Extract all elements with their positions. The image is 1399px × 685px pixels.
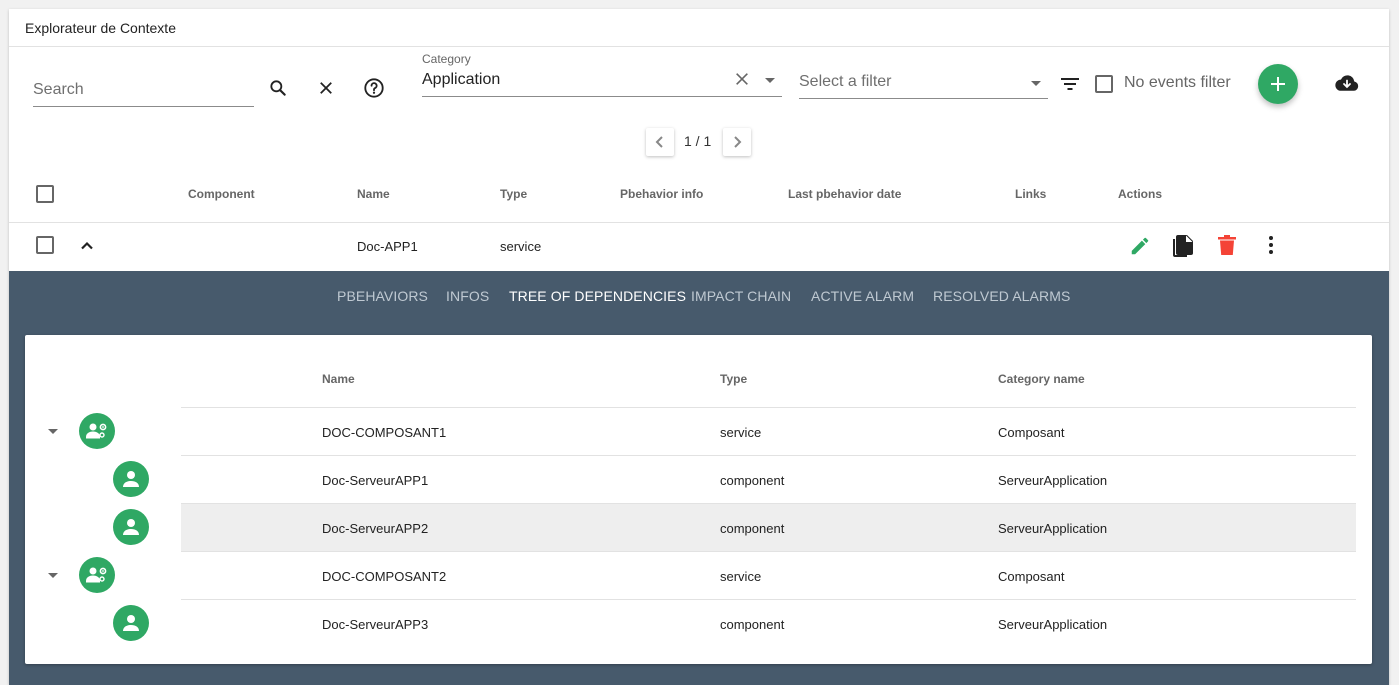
component-icon[interactable] [113, 509, 149, 545]
delete-icon[interactable] [1218, 235, 1236, 260]
tree-row[interactable]: Doc-ServeurAPP2 component ServeurApplica… [181, 503, 1356, 551]
chevron-right-icon [734, 136, 742, 148]
tree-row-name: Doc-ServeurAPP3 [322, 617, 429, 632]
column-header-type: Type [720, 372, 748, 386]
expand-node-icon[interactable] [48, 429, 58, 434]
tree-row[interactable]: DOC-COMPOSANT2 service Composant [181, 551, 1356, 599]
column-header-component[interactable]: Component [188, 187, 255, 201]
tree-row-name: Doc-ServeurAPP2 [322, 521, 429, 536]
previous-page-button[interactable] [646, 128, 674, 156]
tree-row-category: Composant [998, 569, 1065, 584]
column-header-pbehavior-info[interactable]: Pbehavior info [620, 187, 703, 201]
page-indicator: 1 / 1 [684, 133, 712, 149]
search-icon[interactable] [266, 76, 290, 100]
tree-row-type: service [720, 425, 762, 440]
tab-pbehaviors[interactable]: Pbehaviors [337, 288, 428, 304]
search-input[interactable]: Search [33, 79, 254, 107]
next-page-button[interactable] [723, 128, 751, 156]
plus-icon [1271, 77, 1285, 91]
tree-row[interactable]: Doc-ServeurAPP3 component ServeurApplica… [181, 599, 1356, 647]
tree-row-name: Doc-ServeurAPP1 [322, 473, 429, 488]
filter-list-icon[interactable] [1058, 72, 1082, 96]
filter-placeholder: Select a filter [799, 73, 892, 90]
column-header-name: Name [322, 372, 355, 386]
filter-select[interactable]: Select a filter [799, 71, 1048, 99]
tree-row-name: DOC-COMPOSANT1 [322, 425, 447, 440]
select-all-checkbox[interactable] [36, 185, 54, 203]
column-header-name[interactable]: Name [357, 187, 390, 201]
tab-tree-of-dependencies[interactable]: Tree of dependencies [509, 288, 686, 304]
tree-row[interactable]: Doc-ServeurAPP1 component ServeurApplica… [181, 455, 1356, 503]
tree-row-category: ServeurApplication [998, 617, 1108, 632]
duplicate-icon[interactable] [1172, 234, 1194, 263]
chevron-left-icon [655, 136, 663, 148]
dependency-tree-table: Name Type Category name DOC-COMPOSANT1 s… [25, 335, 1372, 664]
column-header-type[interactable]: Type [500, 187, 527, 201]
tree-row-type: component [720, 617, 785, 632]
service-icon[interactable] [79, 557, 115, 593]
more-vert-icon[interactable] [1267, 235, 1275, 260]
category-value: Application [422, 71, 501, 88]
clear-search-icon[interactable] [314, 76, 338, 100]
add-button[interactable] [1258, 64, 1298, 104]
service-icon[interactable] [79, 413, 115, 449]
row-type: service [500, 239, 542, 254]
column-header-category: Category name [998, 372, 1085, 386]
category-select[interactable]: Application [422, 69, 782, 97]
no-events-label: No events filter [1124, 74, 1231, 91]
context-explorer-card: Explorateur de Contexte Search Category … [9, 9, 1389, 685]
chevron-down-icon[interactable] [765, 78, 775, 83]
expand-node-icon[interactable] [48, 573, 58, 578]
tree-row-category: ServeurApplication [998, 521, 1108, 536]
component-icon[interactable] [113, 605, 149, 641]
help-icon[interactable] [362, 76, 386, 100]
tab-impact-chain[interactable]: Impact chain [691, 288, 791, 304]
column-header-actions: Actions [1118, 187, 1163, 201]
tree-row[interactable]: DOC-COMPOSANT1 service Composant [181, 407, 1356, 455]
column-header-links: Links [1015, 187, 1047, 201]
tab-resolved-alarms[interactable]: Resolved alarms [933, 288, 1070, 304]
tree-row-category: ServeurApplication [998, 473, 1108, 488]
header-divider [9, 222, 1389, 223]
chevron-down-icon[interactable] [1031, 81, 1041, 86]
clear-category-icon[interactable] [734, 71, 750, 92]
tree-row-category: Composant [998, 425, 1065, 440]
window-title: Explorateur de Contexte [9, 9, 1389, 47]
tree-row-name: DOC-COMPOSANT2 [322, 569, 447, 584]
column-header-last-pbehavior-date[interactable]: Last pbehavior date [788, 187, 901, 201]
category-label: Category [422, 52, 471, 66]
collapse-row-icon[interactable] [79, 238, 95, 259]
row-checkbox[interactable] [36, 236, 54, 254]
tree-row-type: component [720, 521, 785, 536]
tab-infos[interactable]: Infos [446, 288, 489, 304]
edit-icon[interactable] [1129, 235, 1151, 262]
detail-tabs: Pbehaviors Infos Tree of dependencies Im… [9, 271, 1389, 319]
tree-row-type: service [720, 569, 762, 584]
component-icon[interactable] [113, 461, 149, 497]
tree-row-type: component [720, 473, 785, 488]
cloud-download-icon[interactable] [1335, 72, 1359, 96]
row-name: Doc-APP1 [357, 239, 418, 254]
expanded-row-panel: Pbehaviors Infos Tree of dependencies Im… [9, 271, 1389, 685]
no-events-checkbox[interactable] [1095, 75, 1113, 93]
tab-active-alarm[interactable]: Active alarm [811, 288, 914, 304]
